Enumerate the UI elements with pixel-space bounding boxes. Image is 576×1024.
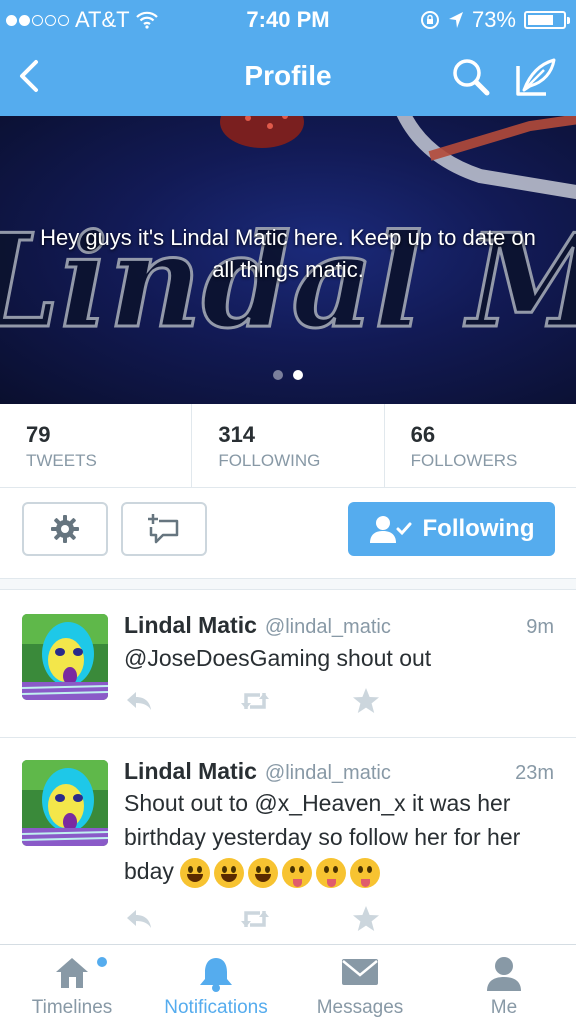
reply-button[interactable] — [124, 686, 238, 716]
reply-button[interactable] — [124, 904, 238, 934]
stat-tweets[interactable]: 79 TWEETS — [0, 404, 193, 487]
squint-tongue-emoji-icon — [316, 857, 347, 888]
stat-label: FOLLOWING — [218, 451, 321, 470]
profile-bio: Hey guys it's Lindal Matic here. Keep up… — [40, 225, 536, 282]
profile-actions: Following — [0, 488, 576, 578]
tweet-author-name[interactable]: Lindal Matic — [124, 612, 257, 639]
settings-button[interactable] — [22, 502, 108, 556]
compose-quill-icon — [516, 58, 556, 96]
status-bar: AT&T 7:40 PM 73% — [0, 0, 576, 40]
profile-header-banner[interactable]: Lindal Matic Hey guys it's Lindal Matic … — [0, 116, 576, 404]
add-to-list-button[interactable] — [121, 502, 207, 556]
avatar-image — [22, 760, 108, 846]
compose-tweet-button[interactable] — [514, 56, 558, 98]
add-to-list-icon — [148, 514, 179, 544]
tweet-text: Shout out to @x_Heaven_x it was her birt… — [124, 786, 546, 888]
tab-timelines[interactable]: Timelines — [0, 945, 144, 1024]
tweet-actions — [124, 686, 466, 716]
grin-emoji-icon — [248, 857, 279, 888]
tweet-item[interactable]: Lindal Matic @lindal_matic 9m @JoseDoesG… — [0, 590, 576, 738]
following-label: Following — [422, 515, 535, 542]
battery-icon — [524, 11, 570, 29]
star-icon — [353, 688, 379, 713]
location-arrow-icon — [448, 12, 463, 28]
reply-icon — [127, 910, 151, 928]
retweet-icon — [241, 693, 269, 709]
stat-label: TWEETS — [26, 451, 97, 470]
nav-bar: Profile — [0, 40, 576, 116]
stat-label: FOLLOWERS — [410, 451, 518, 470]
grin-emoji-icon — [180, 857, 211, 888]
gear-icon — [51, 515, 79, 543]
tab-label: Me — [490, 997, 518, 1018]
person-icon — [487, 957, 521, 991]
stat-value: 79 — [26, 422, 51, 447]
wink-tongue-emoji-icon — [282, 857, 313, 888]
new-content-dot — [97, 957, 107, 967]
favorite-button[interactable] — [352, 904, 466, 934]
tab-label: Messages — [316, 997, 404, 1018]
stat-followers[interactable]: 66 FOLLOWERS — [385, 404, 576, 487]
rotation-lock-icon — [420, 11, 439, 29]
tab-label: Timelines — [31, 997, 113, 1018]
emoji-row — [180, 857, 381, 888]
tweet-header: Lindal Matic @lindal_matic 9m — [124, 612, 554, 639]
tab-bar: Timelines Notifications Messages Me — [0, 944, 576, 1024]
retweet-button[interactable] — [238, 686, 352, 716]
tweet-header: Lindal Matic @lindal_matic 23m — [124, 758, 554, 785]
tab-notifications[interactable]: Notifications — [144, 945, 288, 1024]
tweet-text: @JoseDoesGaming shout out — [124, 645, 432, 671]
avatar[interactable] — [22, 760, 108, 846]
following-button[interactable]: Following — [348, 502, 555, 556]
smile-emoji-icon — [214, 857, 245, 888]
page-dot-active — [293, 370, 303, 380]
tab-me[interactable]: Me — [432, 945, 576, 1024]
top-bar: AT&T 7:40 PM 73% Profile — [0, 0, 576, 116]
search-button[interactable] — [450, 56, 492, 98]
star-icon — [353, 906, 379, 931]
tweet-timestamp: 23m — [515, 762, 554, 784]
battery-percent: 73% — [471, 7, 516, 32]
page-dot — [273, 370, 283, 380]
home-icon — [56, 958, 88, 988]
envelope-icon — [342, 959, 378, 985]
tweet-author-handle[interactable]: @lindal_matic — [265, 616, 526, 639]
tweet-author-handle[interactable]: @lindal_matic — [265, 762, 515, 785]
stat-following[interactable]: 314 FOLLOWING — [192, 404, 385, 487]
tongue-emoji-icon — [350, 857, 381, 888]
retweet-button[interactable] — [238, 904, 352, 934]
profile-stats: 79 TWEETS 314 FOLLOWING 66 FOLLOWERS — [0, 404, 576, 488]
follow-check-icon — [369, 516, 411, 543]
search-icon — [453, 59, 490, 96]
header-page-indicator[interactable] — [0, 370, 576, 380]
tweet-author-name[interactable]: Lindal Matic — [124, 758, 257, 785]
avatar-image — [22, 614, 108, 700]
retweet-icon — [241, 911, 269, 927]
avatar[interactable] — [22, 614, 108, 700]
stat-value: 314 — [218, 422, 256, 447]
tab-label: Notifications — [164, 997, 268, 1018]
section-divider — [0, 578, 576, 590]
bell-icon — [200, 958, 232, 992]
favorite-button[interactable] — [352, 686, 466, 716]
tweet-actions — [124, 904, 466, 934]
reply-icon — [127, 692, 151, 710]
tweet-item[interactable]: Lindal Matic @lindal_matic 23m Shout out… — [0, 738, 576, 944]
tweet-timestamp: 9m — [526, 616, 554, 638]
tab-messages[interactable]: Messages — [288, 945, 432, 1024]
stat-value: 66 — [410, 422, 436, 447]
